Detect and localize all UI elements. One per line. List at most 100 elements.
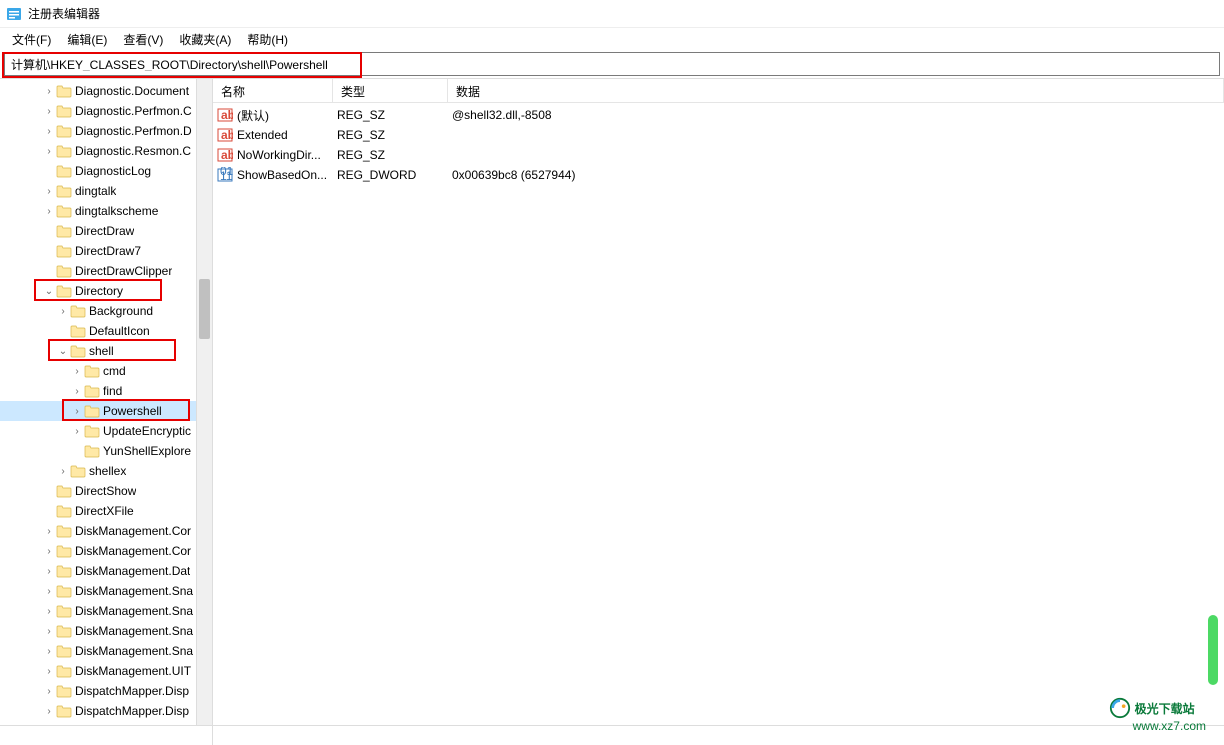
menu-help[interactable]: 帮助(H) bbox=[239, 29, 296, 50]
tree-item[interactable]: DiagnosticLog bbox=[0, 161, 212, 181]
column-header-type[interactable]: 类型 bbox=[333, 79, 448, 102]
column-header-data[interactable]: 数据 bbox=[448, 79, 1224, 102]
tree-item[interactable]: ›Diagnostic.Perfmon.D bbox=[0, 121, 212, 141]
chevron-icon[interactable]: › bbox=[70, 426, 84, 437]
value-name: NoWorkingDir... bbox=[237, 148, 337, 162]
chevron-icon[interactable]: › bbox=[42, 106, 56, 117]
addressbar[interactable] bbox=[4, 52, 1220, 76]
chevron-icon[interactable]: › bbox=[70, 386, 84, 397]
main-scrollbar[interactable] bbox=[1206, 159, 1220, 705]
chevron-icon[interactable]: › bbox=[42, 706, 56, 717]
tree-item-label: DirectXFile bbox=[75, 504, 134, 518]
chevron-icon[interactable]: › bbox=[42, 206, 56, 217]
tree-item[interactable]: ›DiskManagement.Dat bbox=[0, 561, 212, 581]
tree-item-label: Background bbox=[89, 304, 153, 318]
chevron-icon[interactable]: › bbox=[42, 546, 56, 557]
chevron-icon[interactable]: › bbox=[42, 186, 56, 197]
tree-item-label: DispatchMapper.Disp bbox=[75, 704, 189, 718]
tree-item[interactable]: › DiskManagement.Sna bbox=[0, 581, 212, 601]
svg-text:ab: ab bbox=[221, 128, 233, 142]
tree-item[interactable]: ›DiskManagement.Sna bbox=[0, 641, 212, 661]
tree-item[interactable]: ›DiskManagement.Cor bbox=[0, 521, 212, 541]
menu-view[interactable]: 查看(V) bbox=[115, 29, 171, 50]
tree-item[interactable]: › UpdateEncryptic bbox=[0, 421, 212, 441]
tree-item[interactable]: › DiskManagement.Cor bbox=[0, 541, 212, 561]
value-row[interactable]: 011110ShowBasedOn...REG_DWORD0x00639bc8 … bbox=[213, 165, 1224, 185]
tree-item[interactable]: DirectXFile bbox=[0, 501, 212, 521]
tree-item[interactable]: ›dllfile bbox=[0, 721, 212, 725]
value-row[interactable]: ab(默认)REG_SZ@shell32.dll,-8508 bbox=[213, 105, 1224, 125]
value-list[interactable]: ab(默认)REG_SZ@shell32.dll,-8508abExtended… bbox=[213, 103, 1224, 185]
tree-item[interactable]: ›dingtalkscheme bbox=[0, 201, 212, 221]
chevron-icon[interactable]: › bbox=[42, 86, 56, 97]
chevron-icon[interactable]: › bbox=[42, 646, 56, 657]
chevron-icon[interactable]: › bbox=[42, 666, 56, 677]
statusbar bbox=[0, 725, 1224, 745]
menu-favorites[interactable]: 收藏夹(A) bbox=[171, 29, 239, 50]
column-header-name[interactable]: 名称 bbox=[213, 79, 333, 102]
menu-file[interactable]: 文件(F) bbox=[4, 29, 59, 50]
tree-item[interactable]: ›DiskManagement.Sna bbox=[0, 601, 212, 621]
tree-item[interactable]: ›Diagnostic.Resmon.C bbox=[0, 141, 212, 161]
chevron-icon[interactable]: › bbox=[42, 146, 56, 157]
chevron-icon[interactable]: › bbox=[42, 626, 56, 637]
menu-edit[interactable]: 编辑(E) bbox=[59, 29, 115, 50]
chevron-icon[interactable]: › bbox=[42, 126, 56, 137]
value-name: ShowBasedOn... bbox=[237, 168, 337, 182]
tree-item[interactable]: › DispatchMapper.Disp bbox=[0, 701, 212, 721]
tree-item-label: DiskManagement.Cor bbox=[75, 544, 191, 558]
chevron-icon[interactable]: › bbox=[42, 526, 56, 537]
tree-item[interactable]: ›Diagnostic.Perfmon.C bbox=[0, 101, 212, 121]
chevron-icon[interactable]: › bbox=[70, 406, 84, 417]
tree-item[interactable]: ›shellex bbox=[0, 461, 212, 481]
tree-item-label: DirectDraw7 bbox=[75, 244, 141, 258]
chevron-icon[interactable]: › bbox=[42, 566, 56, 577]
tree-item[interactable]: › Powershell bbox=[0, 401, 212, 421]
chevron-icon[interactable]: › bbox=[56, 466, 70, 477]
tree-item[interactable]: ⌄Directory bbox=[0, 281, 212, 301]
tree-item[interactable]: ›dingtalk bbox=[0, 181, 212, 201]
value-type: REG_DWORD bbox=[337, 168, 452, 182]
tree-item[interactable]: ›cmd bbox=[0, 361, 212, 381]
app-icon bbox=[6, 6, 22, 22]
tree-item-label: UpdateEncryptic bbox=[103, 424, 191, 438]
tree-item-label: DiskManagement.Sna bbox=[75, 584, 193, 598]
tree-scrollbar-thumb[interactable] bbox=[199, 279, 210, 339]
chevron-icon[interactable]: › bbox=[56, 306, 70, 317]
tree-item[interactable]: › DispatchMapper.Disp bbox=[0, 681, 212, 701]
main-scrollbar-thumb[interactable] bbox=[1208, 615, 1218, 685]
statusbar-separator bbox=[0, 726, 213, 745]
tree-item[interactable]: YunShellExplore bbox=[0, 441, 212, 461]
tree-item[interactable]: › Background bbox=[0, 301, 212, 321]
tree-item[interactable]: ⌄shell bbox=[0, 341, 212, 361]
tree-item-label: YunShellExplore bbox=[103, 444, 191, 458]
tree-item-label: DirectDraw bbox=[75, 224, 134, 238]
tree-item[interactable]: ›DiskManagement.Sna bbox=[0, 621, 212, 641]
address-input[interactable] bbox=[11, 57, 1213, 71]
chevron-icon[interactable]: › bbox=[42, 586, 56, 597]
chevron-icon[interactable]: › bbox=[70, 366, 84, 377]
value-name: (默认) bbox=[237, 107, 337, 124]
chevron-icon[interactable]: ⌄ bbox=[42, 286, 56, 297]
tree-item-label: DispatchMapper.Disp bbox=[75, 684, 189, 698]
value-row[interactable]: abNoWorkingDir...REG_SZ bbox=[213, 145, 1224, 165]
tree-item[interactable]: DirectDraw7 bbox=[0, 241, 212, 261]
value-type: REG_SZ bbox=[337, 128, 452, 142]
value-type: REG_SZ bbox=[337, 108, 452, 122]
tree-item[interactable]: DirectShow bbox=[0, 481, 212, 501]
tree-item[interactable]: DefaultIcon bbox=[0, 321, 212, 341]
tree-item[interactable]: DirectDraw bbox=[0, 221, 212, 241]
tree-item[interactable]: ›find bbox=[0, 381, 212, 401]
tree-scrollbar[interactable] bbox=[196, 79, 212, 725]
chevron-icon[interactable]: › bbox=[42, 606, 56, 617]
tree-item-label: Powershell bbox=[103, 404, 162, 418]
registry-tree[interactable]: ›Diagnostic.Document›Diagnostic.Perfmon.… bbox=[0, 79, 212, 725]
chevron-icon[interactable]: › bbox=[42, 686, 56, 697]
tree-item[interactable]: ›Diagnostic.Document bbox=[0, 81, 212, 101]
tree-item[interactable]: DirectDrawClipper bbox=[0, 261, 212, 281]
tree-item-label: DirectDrawClipper bbox=[75, 264, 172, 278]
list-pane: 名称 类型 数据 ab(默认)REG_SZ@shell32.dll,-8508a… bbox=[213, 79, 1224, 725]
chevron-icon[interactable]: ⌄ bbox=[56, 346, 70, 357]
tree-item[interactable]: ›DiskManagement.UIT bbox=[0, 661, 212, 681]
value-row[interactable]: abExtendedREG_SZ bbox=[213, 125, 1224, 145]
